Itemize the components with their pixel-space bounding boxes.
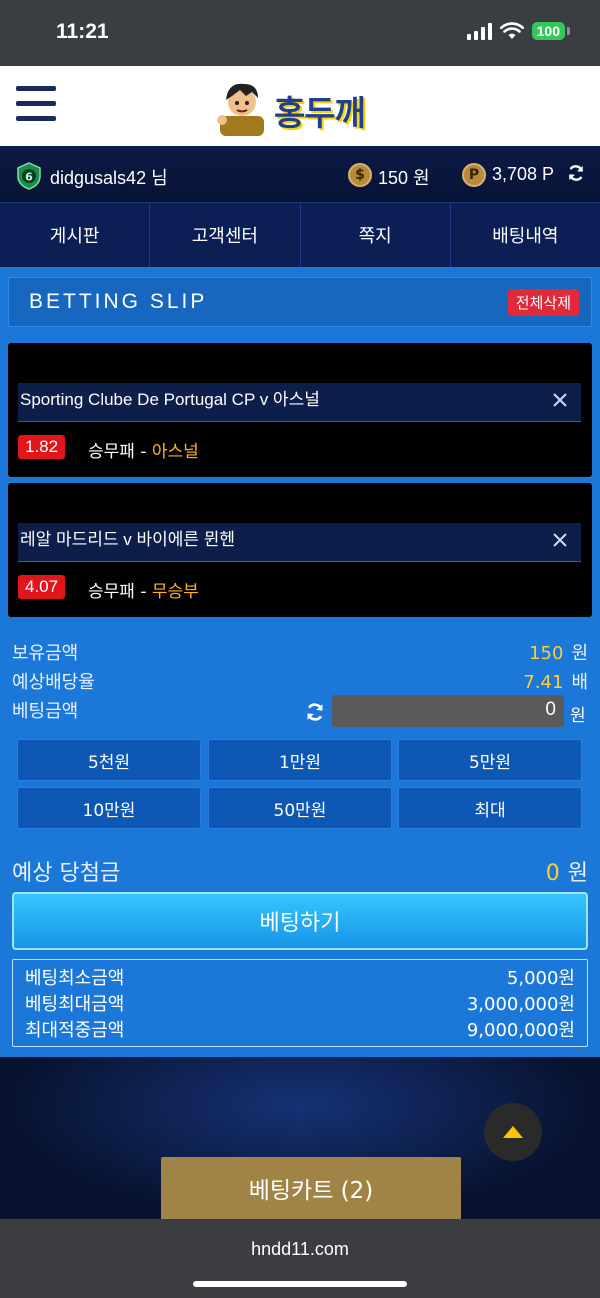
balance-value-group: 150 원 [529, 639, 588, 665]
bet-odds-badge: 1.82 [18, 435, 66, 459]
main-nav: 게시판 고객센터 쪽지 배팅내역 [0, 202, 600, 268]
bet-pick: 무승부 [151, 582, 199, 602]
user-info-bar: 6 didgusals42 님 $ 150 원 P 3,708 P [0, 146, 600, 206]
balance-value: 150 [529, 643, 564, 664]
clear-all-button[interactable]: 전체삭제 [507, 289, 579, 316]
amount-500k-button[interactable]: 50만원 [208, 787, 392, 829]
cash-coin-icon: $ [348, 163, 372, 187]
winnings-label: 예상 당첨금 [12, 861, 121, 886]
betting-slip-panel: BETTING SLIP 전체삭제 Sporting Clube De Port… [0, 267, 600, 1057]
limit-row: 최대적중금액 9,000,000원 [25, 1016, 575, 1042]
limit-value: 9,000,000원 [466, 1020, 575, 1041]
home-indicator [193, 1281, 407, 1287]
slip-header: BETTING SLIP 전체삭제 [8, 277, 592, 327]
nav-item-board[interactable]: 게시판 [0, 203, 151, 267]
stake-input[interactable]: 0 [332, 695, 564, 727]
amount-10k-button[interactable]: 1만원 [208, 739, 392, 781]
nav-item-betting-history[interactable]: 배팅내역 [451, 203, 600, 267]
bet-pick: 아스널 [151, 442, 199, 462]
refresh-icon[interactable] [566, 163, 586, 183]
bet-match-name: Sporting Clube De Portugal CP v 아스널 [20, 390, 320, 409]
status-bar: 11:21 100 [0, 0, 600, 66]
limit-value: 5,000원 [506, 968, 575, 989]
status-time: 11:21 [56, 20, 109, 43]
wifi-icon [499, 22, 524, 39]
level-number: 6 [25, 171, 33, 184]
winnings-value-group: 0원 [546, 855, 588, 887]
bet-separator: - [134, 582, 152, 602]
amount-5k-button[interactable]: 5천원 [17, 739, 201, 781]
username: didgusals42 님 [50, 168, 168, 188]
bet-item: Sporting Clube De Portugal CP v 아스널 1.82… [8, 343, 592, 477]
url-text[interactable]: hndd11.com [0, 1239, 600, 1260]
site-logo[interactable]: 홍두깨 [212, 78, 392, 136]
limit-value: 3,000,000원 [466, 994, 575, 1015]
point-balance: 3,708 P [492, 164, 555, 184]
limit-row: 베팅최대금액 3,000,000원 [25, 990, 575, 1016]
amount-100k-button[interactable]: 10만원 [17, 787, 201, 829]
amount-50k-button[interactable]: 5만원 [398, 739, 582, 781]
bet-match-name: 레알 마드리드 v 바이에른 뮌헨 [20, 530, 236, 549]
hamburger-menu-icon[interactable] [16, 86, 56, 122]
remove-bet-icon[interactable] [551, 531, 569, 549]
limit-label: 베팅최대금액 [25, 994, 125, 1015]
battery-icon: 100 [531, 22, 570, 40]
slip-title: BETTING SLIP [29, 290, 208, 313]
bet-match-row: 레알 마드리드 v 바이에른 뮌헨 [18, 523, 581, 562]
browser-address-bar: hndd11.com [0, 1219, 600, 1298]
cash-balance: 150 원 [378, 168, 430, 188]
winnings-value: 0 [545, 861, 560, 886]
bet-limits-box: 베팅최소금액 5,000원 베팅최대금액 3,000,000원 최대적중금액 9… [12, 959, 588, 1047]
bet-match-row: Sporting Clube De Portugal CP v 아스널 [18, 383, 581, 422]
scroll-to-top-button[interactable] [484, 1103, 542, 1161]
bet-selection: 승무패 - 아스널 [88, 437, 199, 462]
nav-item-messages[interactable]: 쪽지 [301, 203, 451, 267]
point-coin-icon: P [462, 163, 486, 187]
winnings-unit: 원 [567, 861, 588, 886]
caret-up-icon [503, 1126, 523, 1138]
nav-item-customer-center[interactable]: 고객센터 [150, 203, 301, 267]
bet-selection: 승무패 - 무승부 [88, 577, 199, 602]
bet-odds-badge: 4.07 [18, 575, 66, 599]
limit-row: 베팅최소금액 5,000원 [25, 964, 575, 990]
odds-label: 예상배당율 [12, 672, 95, 693]
site-header: 홍두깨 [0, 66, 600, 146]
mascot-icon [217, 83, 264, 136]
limit-label: 최대적중금액 [25, 1020, 125, 1041]
reset-stake-icon[interactable] [304, 701, 326, 723]
amount-max-button[interactable]: 최대 [398, 787, 582, 829]
stake-label: 베팅금액 [12, 701, 79, 722]
bet-market: 승무패 [88, 442, 135, 462]
odds-unit: 배 [571, 672, 588, 693]
remove-bet-icon[interactable] [551, 391, 569, 409]
logo-text: 홍두깨 [274, 94, 366, 134]
odds-value-group: 7.41 배 [523, 668, 588, 694]
bet-market: 승무패 [88, 582, 135, 602]
level-shield-icon: 6 [17, 162, 41, 190]
bet-item: 레알 마드리드 v 바이에른 뮌헨 4.07 승무패 - 무승부 [8, 483, 592, 617]
balance-unit: 원 [571, 643, 588, 664]
cellular-signal-icon [466, 22, 492, 40]
stake-unit: 원 [570, 706, 586, 726]
total-odds-value: 7.41 [523, 672, 564, 693]
balance-label: 보유금액 [12, 643, 79, 664]
limit-label: 베팅최소금액 [25, 968, 125, 989]
place-bet-button[interactable]: 베팅하기 [12, 892, 588, 950]
bet-cart-button[interactable]: 베팅카트 (2) [161, 1157, 461, 1219]
bet-separator: - [134, 442, 152, 462]
battery-level: 100 [531, 22, 565, 40]
status-icons: 100 [466, 22, 570, 40]
